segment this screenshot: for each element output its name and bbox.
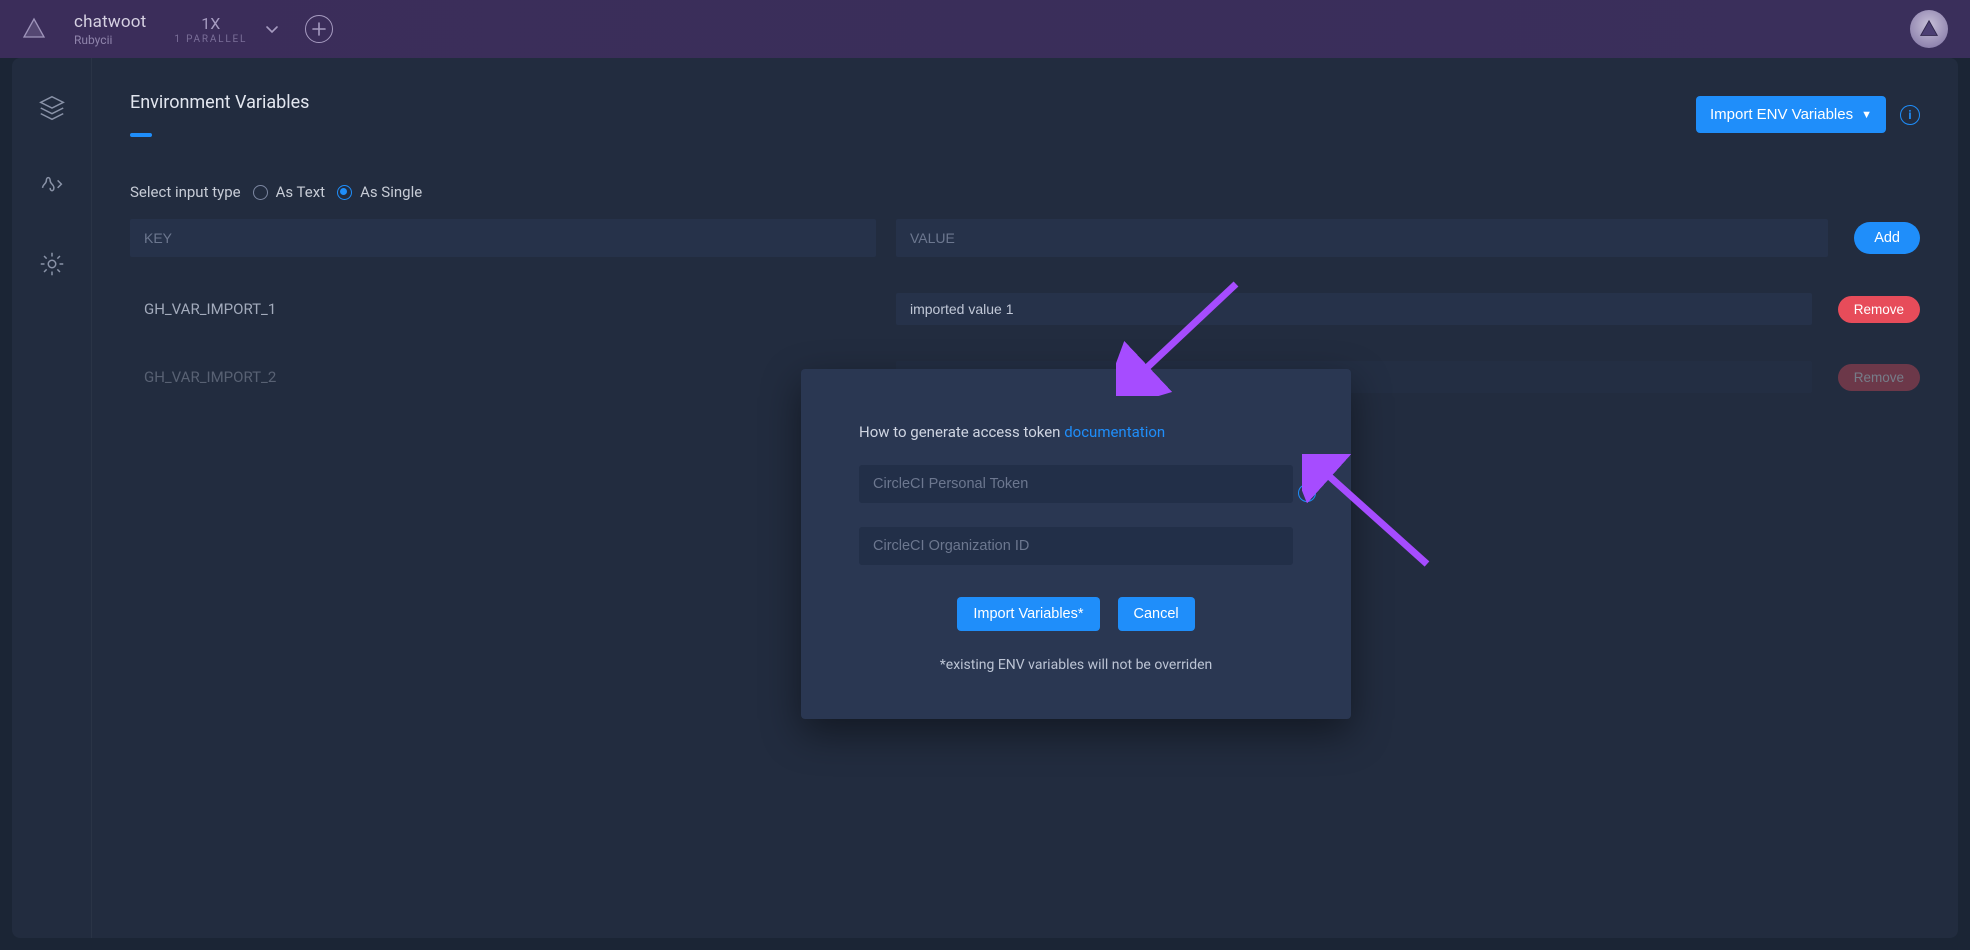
- plus-icon: [312, 22, 326, 36]
- project-sub: Rubycii: [74, 33, 146, 47]
- info-icon[interactable]: i: [1298, 484, 1316, 502]
- sidebar: [12, 58, 92, 938]
- key-input[interactable]: [130, 219, 876, 257]
- modal-cancel-button[interactable]: Cancel: [1118, 597, 1195, 631]
- chevron-down-icon: [264, 21, 280, 37]
- info-icon[interactable]: i: [1900, 105, 1920, 125]
- var-value-input[interactable]: [896, 293, 1812, 325]
- brand-logo-icon: [22, 17, 46, 41]
- scale-bottom: 1 PARALLEL: [174, 34, 247, 45]
- input-type-label: Select input type: [130, 183, 241, 201]
- modal-import-button[interactable]: Import Variables*: [957, 597, 1099, 631]
- var-key: GH_VAR_IMPORT_2: [130, 368, 876, 386]
- modal-help-text: How to generate access token documentati…: [859, 423, 1293, 441]
- radio-as-single-label: As Single: [360, 183, 422, 201]
- modal-footnote: *existing ENV variables will not be over…: [859, 657, 1293, 673]
- project-block[interactable]: chatwoot Rubycii: [74, 12, 146, 47]
- circleci-token-input[interactable]: [859, 465, 1293, 503]
- scale-top: 1X: [201, 14, 220, 33]
- title-underline: [130, 133, 152, 137]
- sidebar-pipeline-icon[interactable]: [36, 170, 68, 202]
- var-key: GH_VAR_IMPORT_1: [130, 300, 876, 318]
- radio-as-single[interactable]: As Single: [337, 183, 422, 201]
- topbar: chatwoot Rubycii 1X 1 PARALLEL: [0, 0, 1970, 58]
- circleci-org-input[interactable]: [859, 527, 1293, 565]
- avatar-logo-icon: [1918, 18, 1940, 40]
- add-button[interactable]: Add: [1854, 222, 1920, 254]
- sidebar-stack-icon[interactable]: [36, 92, 68, 124]
- main-panel: Environment Variables Import ENV Variabl…: [92, 58, 1958, 938]
- scale-dropdown[interactable]: [257, 21, 287, 37]
- import-env-button[interactable]: Import ENV Variables ▼: [1696, 96, 1886, 133]
- value-input[interactable]: [896, 219, 1828, 257]
- parallel-scale: 1X 1 PARALLEL: [174, 14, 247, 45]
- env-form: Select input type As Text As Single Add …: [130, 183, 1920, 393]
- remove-button[interactable]: Remove: [1838, 364, 1920, 391]
- content-frame: Environment Variables Import ENV Variabl…: [12, 58, 1958, 938]
- new-var-row: Add: [130, 219, 1920, 257]
- documentation-link[interactable]: documentation: [1064, 423, 1165, 441]
- add-button[interactable]: [305, 15, 333, 43]
- radio-as-text[interactable]: As Text: [253, 183, 325, 201]
- radio-icon: [253, 185, 268, 200]
- remove-button[interactable]: Remove: [1838, 296, 1920, 323]
- sidebar-settings-icon[interactable]: [36, 248, 68, 280]
- project-name: chatwoot: [74, 12, 146, 32]
- caret-down-icon: ▼: [1861, 109, 1872, 121]
- input-type-row: Select input type As Text As Single: [130, 183, 1920, 201]
- var-row: GH_VAR_IMPORT_1 Remove: [130, 293, 1920, 325]
- radio-icon: [337, 185, 352, 200]
- radio-as-text-label: As Text: [276, 183, 325, 201]
- avatar[interactable]: [1910, 10, 1948, 48]
- page-header: Environment Variables Import ENV Variabl…: [130, 92, 1920, 137]
- import-modal: How to generate access token documentati…: [801, 369, 1351, 719]
- import-env-label: Import ENV Variables: [1710, 106, 1853, 123]
- page-title: Environment Variables: [130, 92, 309, 113]
